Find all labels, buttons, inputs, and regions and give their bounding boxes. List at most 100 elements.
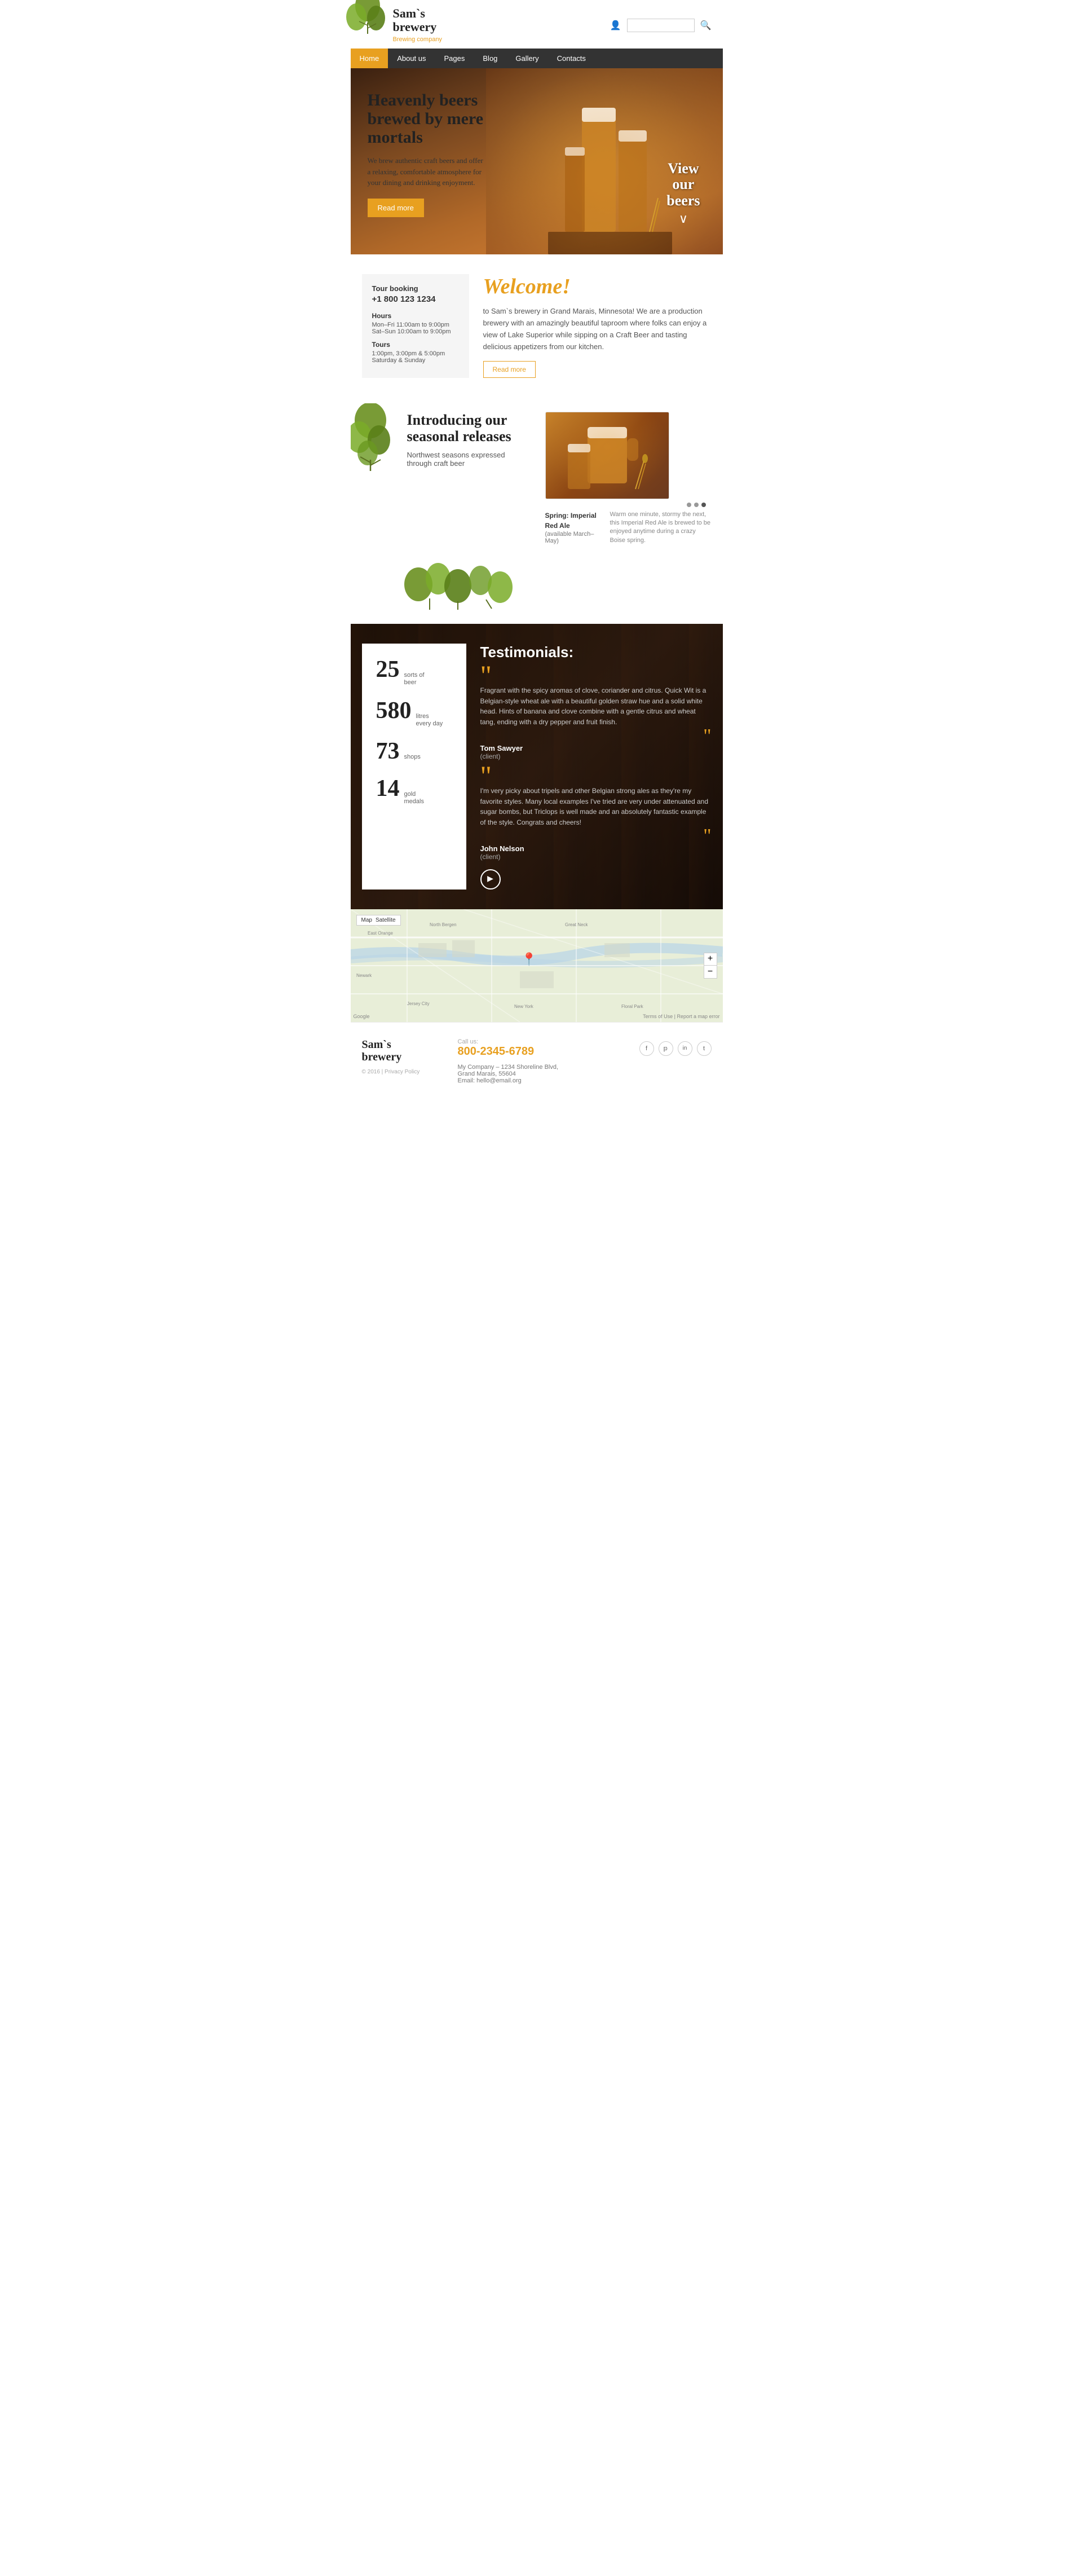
stat-1-number: 25 <box>376 656 400 683</box>
tour-days: Saturday & Sunday <box>372 357 459 364</box>
seasonal-text: Introducing our seasonal releases Northw… <box>407 412 531 545</box>
testimonial-2-text: I'm very picky about tripels and other B… <box>480 786 712 827</box>
testimonial-2: " I'm very picky about tripels and other… <box>480 772 712 861</box>
testimonials-content: Testimonials: " Fragrant with the spicy … <box>480 644 712 890</box>
svg-text:North Bergen: North Bergen <box>430 922 457 927</box>
footer-contact: Call us: 800-2345-6789 My Company – 1234… <box>458 1038 628 1084</box>
dot-3[interactable] <box>701 503 706 507</box>
svg-text:Floral Park: Floral Park <box>621 1004 644 1009</box>
tour-box: Tour booking +1 800 123 1234 Hours Mon–F… <box>362 274 469 377</box>
footer-brand-line1: Sam`s <box>362 1038 447 1051</box>
stat-3-label: shops <box>404 754 421 761</box>
welcome-text: to Sam`s brewery in Grand Marais, Minnes… <box>483 306 712 353</box>
tour-phone: +1 800 123 1234 <box>372 294 459 304</box>
nav-home[interactable]: Home <box>351 49 388 68</box>
hops-top-left <box>345 0 390 37</box>
nav-contacts[interactable]: Contacts <box>548 49 595 68</box>
search-icon[interactable]: 🔍 <box>700 20 712 31</box>
social-icons: f 𝕡 in t <box>639 1038 712 1056</box>
welcome-content: Welcome! to Sam`s brewery in Grand Marai… <box>483 274 712 377</box>
twitter-icon[interactable]: t <box>697 1041 712 1056</box>
footer-address-line2: Grand Marais, 55604 <box>458 1071 628 1077</box>
stat-4-label: gold medals <box>404 791 424 805</box>
map-background: East Orange North Bergen Great Neck Newa… <box>351 909 723 1022</box>
pinterest-icon[interactable]: 𝕡 <box>659 1041 673 1056</box>
footer-call-label: Call us: <box>458 1038 628 1045</box>
tour-tours-label: Tours <box>372 341 459 349</box>
map-type-satellite[interactable]: Satellite <box>376 917 396 923</box>
testimonial-2-role: (client) <box>480 853 712 861</box>
dot-2[interactable] <box>694 503 699 507</box>
tour-hours-weekend: Sat–Sun 10:00am to 9:00pm <box>372 328 459 335</box>
logo: Sam`s brewery Brewing company <box>393 7 442 44</box>
chevron-down-icon: ∨ <box>666 212 700 226</box>
hops-left-decoration <box>351 403 399 474</box>
hops-bottom-decoration <box>401 559 712 613</box>
testimonials-title: Testimonials: <box>480 644 712 661</box>
welcome-title: Welcome! <box>483 274 712 299</box>
dot-1[interactable] <box>687 503 691 507</box>
svg-text:Newark: Newark <box>356 973 372 978</box>
tour-hours-label: Hours <box>372 312 459 320</box>
stat-4-number: 14 <box>376 775 400 802</box>
facebook-icon[interactable]: f <box>639 1041 654 1056</box>
map-type-control[interactable]: Map Satellite <box>356 915 401 926</box>
product-carousel-dots <box>545 503 712 507</box>
logo-line1: Sam`s <box>393 7 442 20</box>
nav-gallery[interactable]: Gallery <box>506 49 547 68</box>
footer-address: My Company – 1234 Shoreline Blvd, Grand … <box>458 1064 628 1084</box>
product-desc: Warm one minute, stormy the next, this I… <box>610 510 712 545</box>
seasonal-product: Spring: Imperial Red Ale (available Marc… <box>545 412 712 545</box>
footer-address-line1: My Company – 1234 Shoreline Blvd, <box>458 1064 628 1071</box>
stat-3: 73 shops <box>376 738 452 765</box>
zoom-in-button[interactable]: + <box>704 953 717 966</box>
close-quote-2: " <box>480 831 712 841</box>
testimonials-section: 25 sorts of beer 580 litres every day 73… <box>351 624 723 909</box>
map-type-map[interactable]: Map <box>361 917 372 923</box>
linkedin-icon[interactable]: in <box>678 1041 692 1056</box>
stat-1: 25 sorts of beer <box>376 656 452 686</box>
user-icon[interactable]: 👤 <box>610 20 621 31</box>
footer-copyright: © 2016 | Privacy Policy <box>362 1069 447 1075</box>
hero-cta-button[interactable]: Read more <box>368 199 424 217</box>
stat-2: 580 litres every day <box>376 697 452 728</box>
footer-email: Email: hello@email.org <box>458 1077 628 1084</box>
tour-hours-weekday: Mon–Fri 11:00am to 9:00pm <box>372 322 459 328</box>
testimonial-1-role: (client) <box>480 752 712 760</box>
beer-product-container <box>545 412 669 499</box>
product-availability: (available March–May) <box>545 531 602 544</box>
play-button[interactable]: ▶ <box>480 869 501 890</box>
footer-logo: Sam`s brewery © 2016 | Privacy Policy <box>362 1038 447 1075</box>
open-quote-2: " <box>480 772 712 780</box>
tour-times: 1:00pm, 3:00pm & 5:00pm <box>372 350 459 357</box>
testimonial-1-author: Tom Sawyer <box>480 744 712 752</box>
footer-brand-line2: brewery <box>362 1051 447 1063</box>
stat-1-label: sorts of beer <box>404 672 425 686</box>
hero-text: We brew authentic craft beers and offer … <box>368 155 486 188</box>
nav-blog[interactable]: Blog <box>474 49 506 68</box>
map-section: East Orange North Bergen Great Neck Newa… <box>351 909 723 1022</box>
view-beers[interactable]: View our beers ∨ <box>666 161 700 227</box>
testimonial-1-text: Fragrant with the spicy aromas of clove,… <box>480 685 712 727</box>
seasonal-title: Introducing our seasonal releases <box>407 412 531 446</box>
hero-section: Heavenly beers brewed by mere mortals We… <box>351 68 723 254</box>
welcome-cta-button[interactable]: Read more <box>483 361 536 378</box>
svg-text:Great Neck: Great Neck <box>565 922 588 927</box>
testimonial-1: " Fragrant with the spicy aromas of clov… <box>480 671 712 760</box>
stat-4: 14 gold medals <box>376 775 452 805</box>
svg-text:Jersey City: Jersey City <box>407 1001 430 1006</box>
hero-content: Heavenly beers brewed by mere mortals We… <box>351 68 503 254</box>
map-google-logo: Google <box>354 1014 370 1019</box>
nav-pages[interactable]: Pages <box>435 49 474 68</box>
zoom-out-button[interactable]: − <box>704 966 717 978</box>
close-quote-1: " <box>480 731 712 741</box>
testimonial-2-author: John Nelson <box>480 844 712 853</box>
nav-about[interactable]: About us <box>388 49 435 68</box>
product-name: Spring: Imperial Red Ale <box>545 512 597 530</box>
map-zoom-controls: + − <box>704 953 717 979</box>
open-quote-1: " <box>480 671 712 680</box>
search-input[interactable] <box>627 19 695 32</box>
map-terms: Terms of Use | Report a map error <box>643 1014 719 1019</box>
product-info: Spring: Imperial Red Ale (available Marc… <box>545 510 602 545</box>
seasonal-subtitle: Northwest seasons expressed through craf… <box>407 451 531 468</box>
